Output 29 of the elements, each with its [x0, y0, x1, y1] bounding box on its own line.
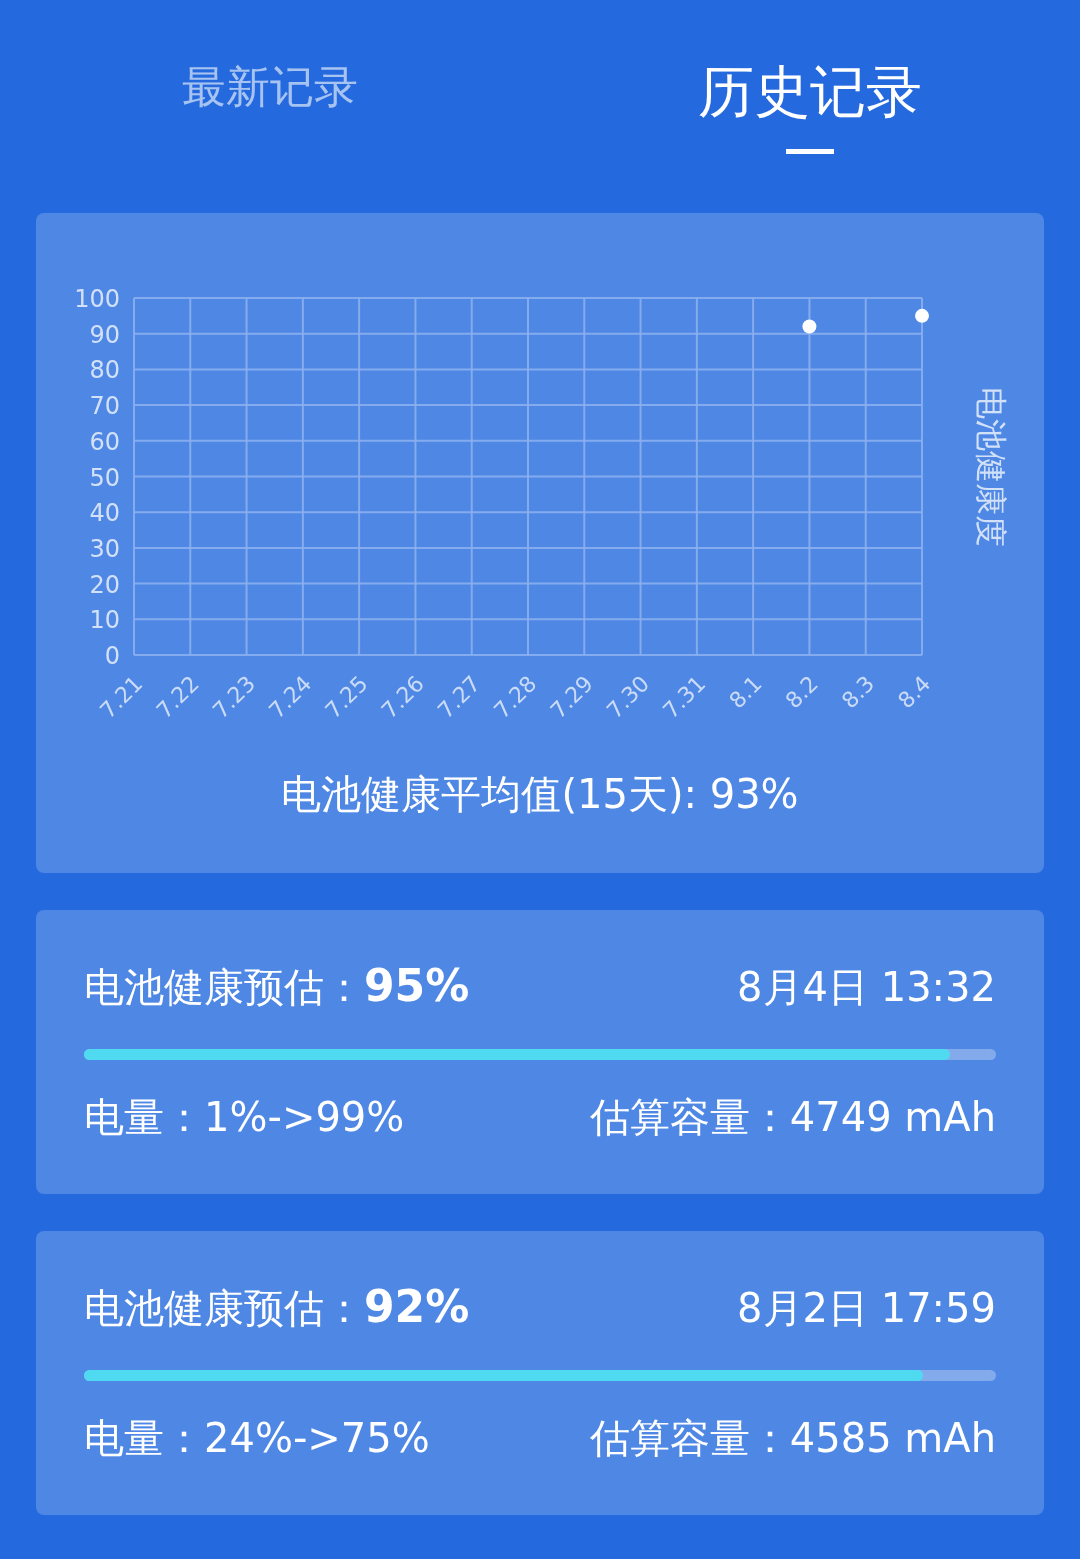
x-tick-label: 8.2 — [780, 670, 823, 714]
y-tick-label: 30 — [89, 534, 120, 563]
data-point — [802, 319, 817, 334]
average-text: 电池健康平均值(15天): 93% — [281, 770, 799, 819]
y-tick-label: 50 — [89, 463, 120, 492]
y-axis-title: 电池健康度 — [972, 386, 1010, 547]
y-tick-label: 90 — [89, 320, 120, 349]
x-tick-label: 8.1 — [724, 670, 767, 714]
y-tick-label: 20 — [89, 570, 120, 599]
x-tick-label: 8.3 — [836, 670, 880, 714]
charge-range: 电量：1%->99% — [84, 1093, 405, 1142]
y-tick-label: 60 — [89, 427, 120, 456]
charge-range: 电量：24%->75% — [84, 1414, 430, 1463]
y-tick-label: 10 — [89, 606, 120, 635]
tab[interactable]: 历史记录 — [540, 0, 1080, 213]
health-estimate: 电池健康预估：95% — [84, 960, 470, 1013]
y-tick-label: 100 — [74, 285, 120, 313]
y-tick-label: 40 — [89, 499, 120, 528]
y-tick-label: 80 — [89, 356, 120, 385]
estimated-capacity: 估算容量：4749 mAh — [589, 1093, 996, 1142]
y-tick-label: 70 — [89, 392, 120, 421]
estimated-capacity: 估算容量：4585 mAh — [589, 1414, 996, 1463]
health-estimate: 电池健康预估：92% — [84, 1281, 470, 1334]
data-point — [915, 308, 929, 323]
record-time: 8月2日 17:59 — [737, 1284, 996, 1333]
tab[interactable]: 最新记录 — [0, 0, 540, 213]
record-time: 8月4日 13:32 — [737, 963, 996, 1012]
x-tick-label: 8.4 — [893, 670, 936, 714]
y-tick-label: 0 — [104, 642, 120, 670]
